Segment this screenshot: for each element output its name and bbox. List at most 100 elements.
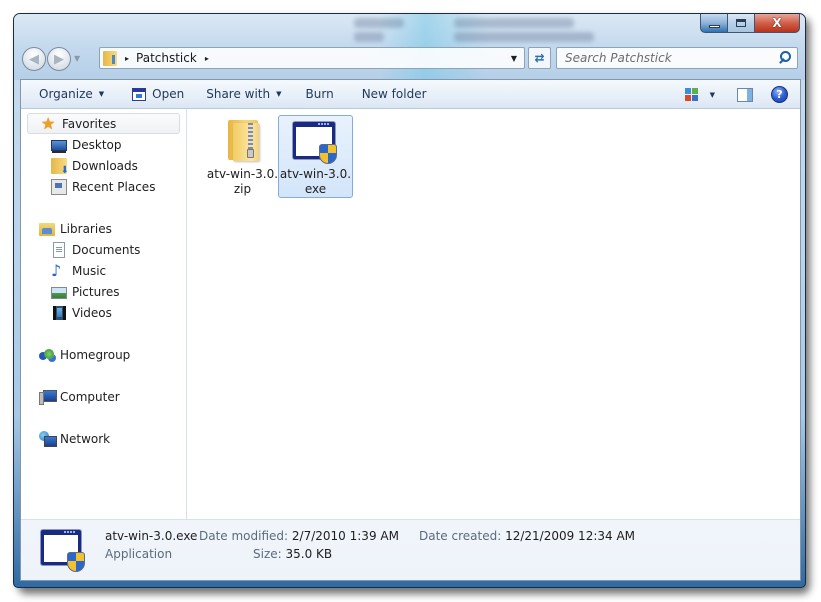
- explorer-client-area: Organize ▼ Open Share with ▼ Burn New fo…: [20, 79, 801, 581]
- zip-folder-front: [233, 123, 259, 161]
- command-bar: Organize ▼ Open Share with ▼ Burn New fo…: [21, 80, 800, 109]
- sidebar-label: Recent Places: [72, 179, 156, 194]
- burn-button[interactable]: Burn: [300, 83, 340, 105]
- recent-pages-dropdown[interactable]: ▼: [74, 54, 80, 63]
- minimize-button[interactable]: [700, 14, 728, 33]
- refresh-button[interactable]: ⇄: [528, 47, 551, 69]
- background-blur: [354, 32, 384, 42]
- new-folder-label: New folder: [361, 87, 427, 101]
- file-name-line: atv-win-3.0.: [206, 167, 279, 181]
- preview-pane-button[interactable]: [737, 87, 753, 102]
- application-icon: [291, 120, 339, 164]
- computer-group: Computer: [21, 386, 187, 407]
- folder-icon: [103, 50, 117, 66]
- file-size: Size: 35.0 KB: [253, 547, 332, 561]
- minimize-icon: [708, 24, 720, 28]
- application-icon: [132, 87, 147, 101]
- libraries-icon: [39, 223, 55, 236]
- file-name: atv-win-3.0. zip: [206, 167, 279, 197]
- uac-shield-icon: [319, 144, 337, 164]
- sidebar-label: Videos: [72, 305, 112, 320]
- sidebar-label: Homegroup: [60, 347, 131, 362]
- sidebar-item-desktop[interactable]: Desktop: [21, 134, 187, 155]
- search-placeholder: Search Patchstick: [565, 51, 672, 65]
- sidebar-label: Music: [72, 263, 107, 278]
- sidebar-item-recent-places[interactable]: Recent Places: [21, 176, 187, 197]
- file-name: atv-win-3.0. exe: [279, 167, 352, 197]
- date-created: Date created: 12/21/2009 12:34 AM: [419, 529, 635, 543]
- music-icon: ♪: [51, 260, 62, 280]
- date-created-value[interactable]: 12/21/2009 12:34 AM: [505, 529, 635, 543]
- network-icon: [39, 430, 57, 447]
- file-item-exe[interactable]: atv-win-3.0. exe: [278, 115, 353, 198]
- sidebar-label: Favorites: [62, 116, 117, 131]
- size-label: Size:: [253, 547, 282, 561]
- breadcrumb-separator[interactable]: ▸: [205, 54, 209, 63]
- explorer-window: X ◀ ▶ ▼ ▸ Patchstick ▸ ▼ ⇄ Search Patchs…: [13, 13, 806, 588]
- open-button[interactable]: Open: [126, 83, 190, 105]
- back-arrow-icon: ◀: [29, 51, 39, 67]
- toolbar-right: ▼ ?: [684, 80, 800, 109]
- chevron-down-icon: ▼: [276, 90, 282, 98]
- navigation-bar: ◀ ▶ ▼ ▸ Patchstick ▸ ▼ ⇄ Search Patchsti…: [20, 46, 799, 72]
- libraries-group: Libraries Documents ♪ Music Pictures Vid…: [21, 218, 187, 323]
- sidebar-item-videos[interactable]: Videos: [21, 302, 187, 323]
- sidebar-item-favorites[interactable]: ★ Favorites: [27, 113, 180, 134]
- date-created-label: Date created:: [419, 529, 502, 543]
- file-item-zip[interactable]: atv-win-3.0. zip: [205, 115, 280, 198]
- address-dropdown[interactable]: ▼: [504, 48, 524, 68]
- view-tile: [684, 95, 691, 101]
- pictures-icon: [51, 286, 67, 299]
- sidebar-item-music[interactable]: ♪ Music: [21, 260, 187, 281]
- change-view-button[interactable]: [684, 88, 698, 101]
- file-list[interactable]: atv-win-3.0. zip atv-win-3.0. exe: [188, 109, 800, 519]
- sidebar-label: Pictures: [72, 284, 120, 299]
- forward-button[interactable]: ▶: [47, 47, 71, 71]
- date-modified: Date modified: 2/7/2010 1:39 AM: [199, 529, 399, 543]
- search-icon[interactable]: [776, 50, 792, 66]
- star-icon: ★: [41, 113, 56, 133]
- computer-icon: [39, 389, 57, 405]
- view-options-dropdown[interactable]: ▼: [710, 91, 715, 99]
- date-modified-value[interactable]: 2/7/2010 1:39 AM: [292, 529, 399, 543]
- nav-arrows: ◀ ▶ ▼: [22, 46, 84, 72]
- size-value: 35.0 KB: [285, 547, 333, 561]
- organize-label: Organize: [39, 87, 93, 101]
- navigation-pane: ★ Favorites Desktop Downloads Recent Pla…: [21, 109, 187, 519]
- sidebar-label: Libraries: [60, 221, 112, 236]
- close-button[interactable]: X: [755, 14, 800, 33]
- open-label: Open: [152, 87, 185, 101]
- documents-icon: [53, 241, 65, 258]
- address-bar[interactable]: ▸ Patchstick ▸ ▼: [99, 47, 525, 69]
- sidebar-label: Computer: [60, 389, 120, 404]
- sidebar-label: Downloads: [72, 158, 138, 173]
- search-input[interactable]: Search Patchstick: [556, 47, 798, 69]
- background-blur: [454, 32, 594, 42]
- sidebar-label: Desktop: [72, 137, 122, 152]
- sidebar-item-downloads[interactable]: Downloads: [21, 155, 187, 176]
- network-group: Network: [21, 428, 187, 449]
- sidebar-item-computer[interactable]: Computer: [27, 386, 180, 407]
- sidebar-item-network[interactable]: Network: [27, 428, 180, 449]
- back-button[interactable]: ◀: [22, 47, 46, 71]
- caption-buttons: X: [700, 14, 800, 33]
- burn-label: Burn: [305, 87, 334, 101]
- breadcrumb-patchstick[interactable]: Patchstick: [136, 51, 197, 65]
- share-with-button[interactable]: Share with ▼: [200, 83, 287, 105]
- sidebar-item-libraries[interactable]: Libraries: [27, 218, 180, 239]
- recent-places-icon: [51, 178, 67, 195]
- forward-arrow-icon: ▶: [54, 51, 64, 67]
- breadcrumb-separator[interactable]: ▸: [125, 54, 129, 63]
- new-folder-button[interactable]: New folder: [356, 83, 433, 105]
- maximize-button[interactable]: [728, 14, 755, 33]
- sidebar-item-homegroup[interactable]: Homegroup: [27, 344, 180, 365]
- sidebar-item-documents[interactable]: Documents: [21, 239, 187, 260]
- help-button[interactable]: ?: [771, 86, 788, 103]
- file-name-line: exe: [304, 182, 327, 196]
- sidebar-item-pictures[interactable]: Pictures: [21, 281, 187, 302]
- help-icon: ?: [776, 88, 783, 101]
- sidebar-label: Network: [60, 431, 111, 446]
- organize-button[interactable]: Organize ▼: [33, 83, 110, 105]
- view-tile: [691, 95, 698, 101]
- background-blur: [454, 18, 574, 28]
